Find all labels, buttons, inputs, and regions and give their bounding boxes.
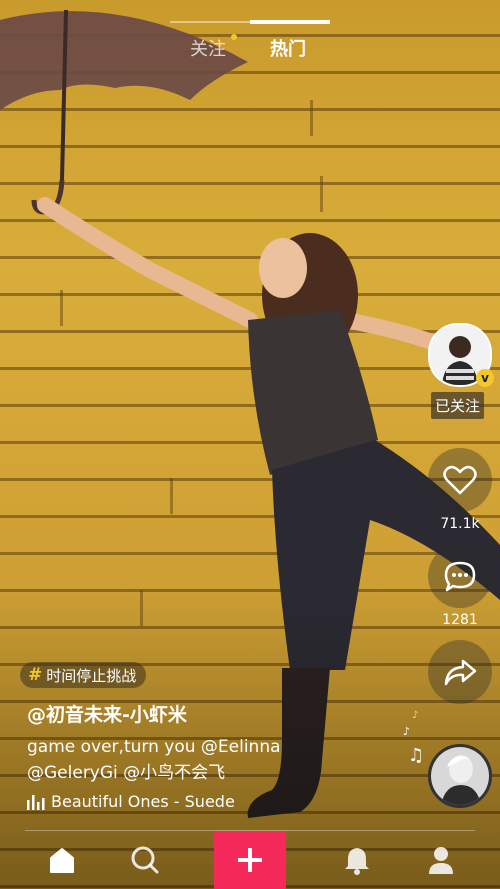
like-count: 71.1k xyxy=(440,516,480,532)
nav-notifications[interactable] xyxy=(340,843,374,877)
nav-profile[interactable] xyxy=(424,843,458,877)
comment-button[interactable] xyxy=(428,544,492,608)
music-note-icon: ♫ xyxy=(408,745,425,766)
share-icon xyxy=(444,659,477,686)
search-icon xyxy=(131,846,159,874)
top-tab-bar: 关注 热门 xyxy=(0,0,500,70)
comment-icon xyxy=(444,561,476,592)
music-note-icon: ♪ xyxy=(412,710,419,721)
share-button[interactable] xyxy=(428,640,492,704)
music-note-icon: ♪ xyxy=(403,725,411,738)
music-disc-button[interactable] xyxy=(428,744,492,808)
home-icon xyxy=(50,848,74,873)
bottom-nav-bar xyxy=(0,831,500,889)
heart-icon xyxy=(443,465,477,495)
follow-status-button[interactable]: 已关注 xyxy=(431,392,485,419)
author-handle[interactable]: @初音未来-小虾米 xyxy=(27,700,187,727)
caption-line-2: @GeleryGi @小鸟不会飞 xyxy=(27,763,226,783)
profile-icon xyxy=(429,847,453,874)
post-caption: game over,turn you @Eelinna @GeleryGi @小… xyxy=(27,734,347,786)
music-info[interactable]: Beautiful Ones - Suede xyxy=(27,792,235,811)
like-button[interactable] xyxy=(428,448,492,512)
nav-home[interactable] xyxy=(45,843,79,877)
video-feed-screen: 关注 热门 v 已关注 71.1k 1281 ♫ ♪ ♪ # 时间停止挑战 @初… xyxy=(0,0,500,889)
caption-line-1: game over,turn you @Eelinna xyxy=(27,737,281,757)
tab-indicator-active xyxy=(250,20,330,24)
challenge-tag[interactable]: # 时间停止挑战 xyxy=(20,662,147,688)
tab-following[interactable]: 关注 xyxy=(190,35,226,61)
nav-search[interactable] xyxy=(128,843,162,877)
tab-indicator-inactive xyxy=(170,21,250,23)
bell-icon xyxy=(345,848,369,875)
add-post-button[interactable] xyxy=(214,831,286,889)
hashtag-icon: # xyxy=(28,665,43,685)
challenge-tag-label: 时间停止挑战 xyxy=(46,666,137,685)
creator-avatar-button[interactable]: v xyxy=(428,323,494,387)
music-title: Beautiful Ones - Suede xyxy=(51,792,235,811)
comment-count: 1281 xyxy=(442,612,478,628)
music-bars-icon xyxy=(27,794,45,810)
music-disc-image xyxy=(431,747,489,805)
new-content-dot xyxy=(231,34,237,40)
add-icon xyxy=(238,848,262,872)
verified-badge: v xyxy=(476,369,494,387)
tab-hot[interactable]: 热门 xyxy=(270,35,306,61)
